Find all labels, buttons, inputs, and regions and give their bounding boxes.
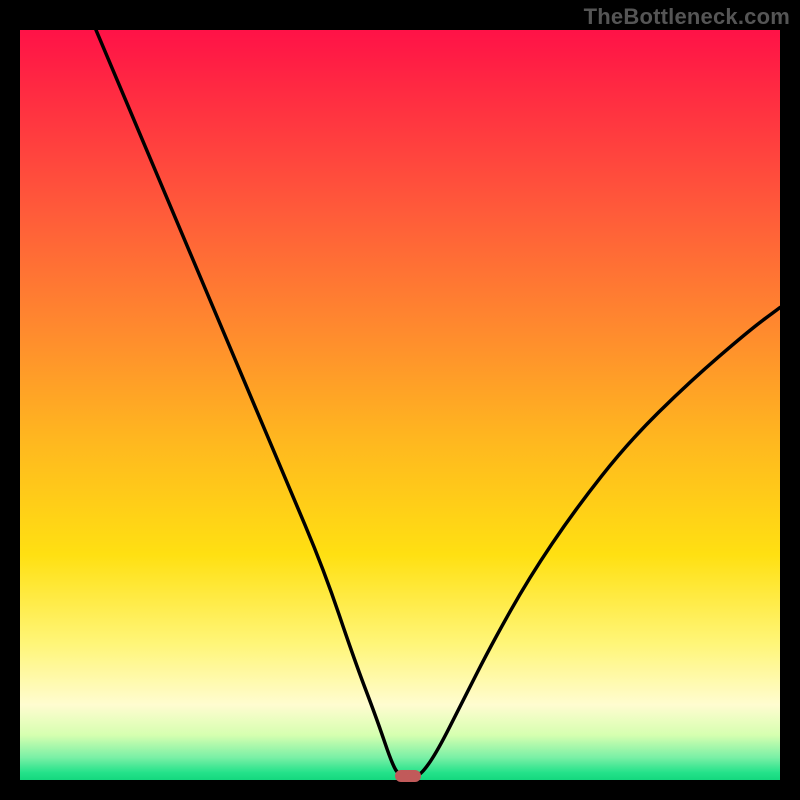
- optimal-marker: [395, 770, 421, 782]
- plot-area: [20, 30, 780, 780]
- curve-svg: [20, 30, 780, 780]
- bottleneck-curve: [96, 30, 780, 776]
- stage: TheBottleneck.com: [0, 0, 800, 800]
- watermark-text: TheBottleneck.com: [584, 4, 790, 30]
